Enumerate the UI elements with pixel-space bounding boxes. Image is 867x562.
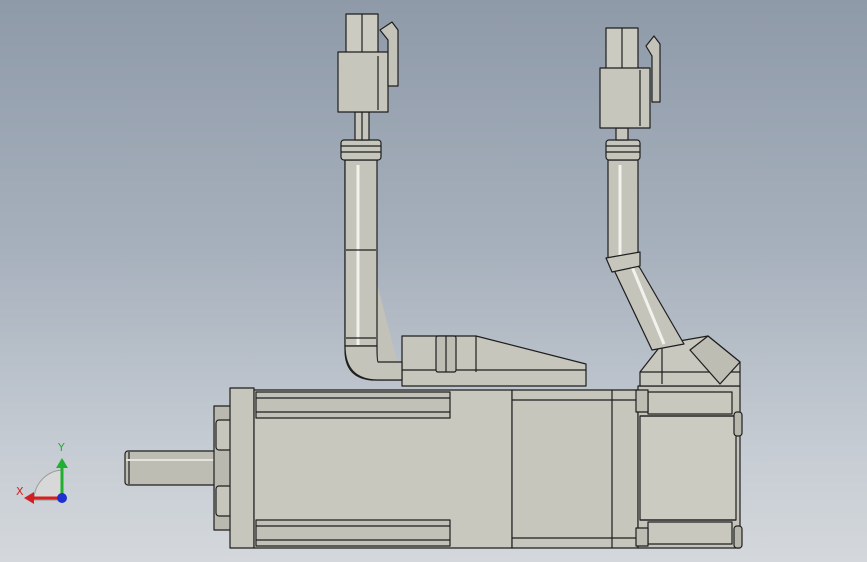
power-connector[interactable] (337, 13, 399, 113)
encoder-cable[interactable] (605, 127, 685, 351)
encoder-connector[interactable] (599, 27, 661, 129)
graphics-viewport[interactable]: X Y (0, 0, 867, 562)
x-axis-label: X (16, 485, 24, 498)
x-axis-arrowhead (24, 492, 34, 504)
encoder-cover[interactable] (635, 385, 743, 549)
axis-triad (24, 458, 68, 504)
y-axis-label: Y (58, 441, 65, 454)
power-cable-gland[interactable] (401, 335, 587, 387)
front-flange[interactable] (213, 387, 255, 549)
z-axis-origin (57, 493, 67, 503)
motor-body[interactable] (253, 389, 639, 549)
power-cable[interactable] (340, 111, 403, 381)
motor-shaft[interactable] (124, 450, 224, 486)
motor-model[interactable] (0, 0, 867, 562)
y-axis-arrowhead (56, 458, 68, 468)
